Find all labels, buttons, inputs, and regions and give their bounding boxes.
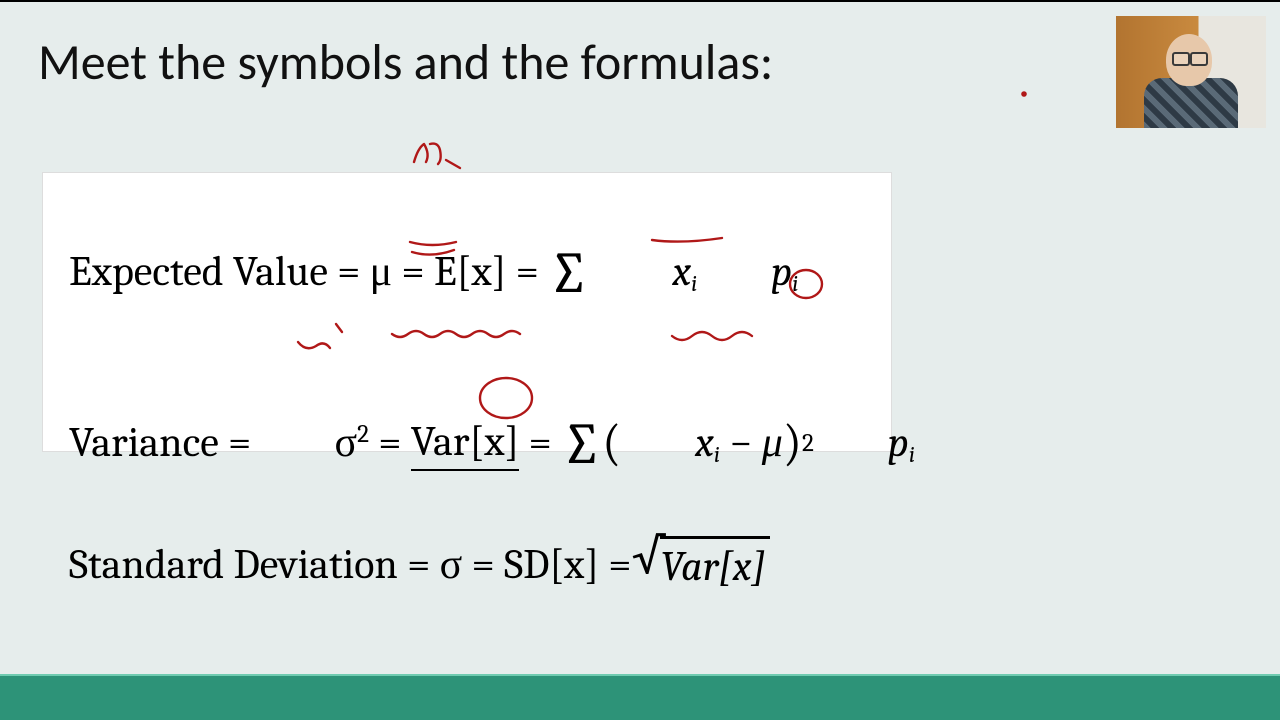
annotation-dot xyxy=(1022,92,1025,95)
xi: xi xyxy=(598,193,697,351)
label-ev: Expected Value xyxy=(69,246,328,299)
mu: μ xyxy=(762,417,783,470)
paren-close: ) xyxy=(783,412,802,475)
xi: xi xyxy=(621,365,720,523)
formula-variance: Variance = σ2 = Var[x] = ∑ ( xi − μ ) xyxy=(69,365,865,523)
sd-of-x: SD[x] xyxy=(504,539,599,592)
annotation-mu-scribble xyxy=(414,144,460,168)
equals: = xyxy=(472,539,495,592)
presenter-webcam xyxy=(1116,16,1266,128)
formula-expected-value: Expected Value = μ = E[x] = ∑ xi pi xyxy=(69,193,865,351)
radicand: Var[x] xyxy=(660,536,769,594)
pi: pi xyxy=(814,365,915,523)
label-var: Variance xyxy=(69,417,219,470)
minus: − xyxy=(729,417,752,470)
paren-open: ( xyxy=(602,412,621,475)
equals: = xyxy=(378,417,401,470)
slide: Meet the symbols and the formulas: Expec… xyxy=(0,2,1280,720)
equals: = xyxy=(608,539,631,592)
var-of-x: Var[x] xyxy=(411,416,519,471)
equals: = xyxy=(401,246,424,299)
equals: = xyxy=(516,246,539,299)
symbol-mu: μ xyxy=(370,246,393,299)
equals: = xyxy=(529,417,552,470)
symbol-sigma-squared: σ2 xyxy=(261,365,369,523)
exp-2: 2 xyxy=(802,428,814,460)
label-sd: Standard Deviation xyxy=(69,539,398,592)
equals: = xyxy=(337,246,360,299)
square-root: √ Var[x] xyxy=(632,536,770,594)
slide-title: Meet the symbols and the formulas: xyxy=(38,32,773,93)
pi: pi xyxy=(697,193,798,351)
formula-box: Expected Value = μ = E[x] = ∑ xi pi Vari… xyxy=(42,172,892,452)
formula-sd: Standard Deviation = σ = SD[x] = √ Var[x… xyxy=(69,536,865,594)
e-of-x: E[x] xyxy=(434,246,506,299)
symbol-sigma: σ xyxy=(440,539,463,592)
equals: = xyxy=(407,539,430,592)
equals: = xyxy=(228,417,251,470)
slide-footer-bar xyxy=(0,674,1280,720)
